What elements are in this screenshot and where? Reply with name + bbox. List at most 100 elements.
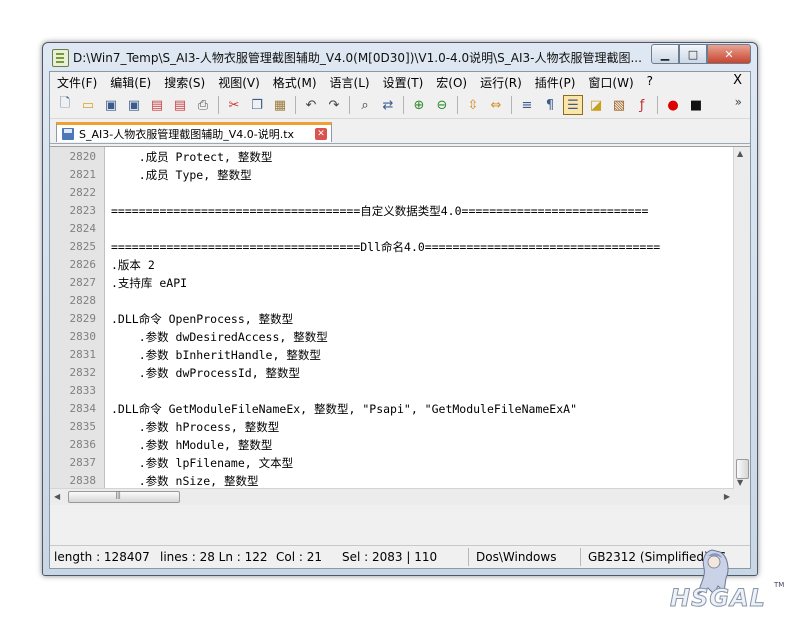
sync-vertical-icon[interactable]: ⇳ — [464, 96, 482, 114]
horizontal-scrollbar[interactable]: ◀ ▶ — [50, 488, 734, 505]
menu-edit[interactable]: 编辑(E) — [103, 72, 157, 92]
code-line[interactable]: 2824 — [50, 220, 734, 238]
tab-close-icon[interactable]: ✕ — [315, 127, 327, 140]
undo-icon[interactable]: ↶ — [302, 96, 320, 114]
notepad-app-icon — [52, 49, 69, 67]
code-line[interactable]: 2820 .成员 Protect, 整数型 — [50, 148, 734, 166]
maximize-button[interactable]: □ — [679, 44, 707, 64]
text-area[interactable]: 2820 .成员 Protect, 整数型 2821 .成员 Type, 整数型 2… — [50, 147, 734, 489]
status-lines: lines : 28 Ln : 122 — [160, 550, 268, 564]
menu-view[interactable]: 视图(V) — [211, 72, 266, 92]
code-line[interactable]: 2834 .DLL命令 GetModuleFileNameEx, 整数型, "Ps… — [50, 400, 734, 418]
title-bar[interactable]: D:\Win7_Temp\S_AI3-人物衣服管理截图辅助_V4.0(M[0D3… — [43, 43, 757, 71]
code-line[interactable]: 2838 .参数 nSize, 整数型 — [50, 472, 734, 489]
line-text: ====================================自定义数… — [111, 204, 649, 218]
close-document-button[interactable]: X — [733, 73, 742, 88]
code-line[interactable]: 2823 ====================================… — [50, 202, 734, 220]
stop-record-icon[interactable]: ■ — [687, 96, 705, 114]
code-line[interactable]: 2831 .参数 bInheritHandle, 整数型 — [50, 346, 734, 364]
toolbar-separator — [403, 96, 404, 114]
scroll-left-icon[interactable]: ◀ — [54, 492, 60, 501]
code-line[interactable]: 2837 .参数 lpFilename, 文本型 — [50, 454, 734, 472]
menu-macro[interactable]: 宏(O) — [429, 72, 473, 92]
vertical-scroll-thumb[interactable] — [736, 459, 749, 479]
code-line[interactable]: 2832 .参数 dwProcessId, 整数型 — [50, 364, 734, 382]
new-file-icon[interactable]: 🗋 — [56, 96, 74, 114]
menu-settings[interactable]: 设置(T) — [376, 72, 430, 92]
scroll-down-icon[interactable]: ▼ — [737, 478, 743, 487]
line-text: ====================================Dll命… — [111, 240, 661, 254]
record-macro-icon[interactable]: ● — [664, 96, 682, 114]
close-file-icon[interactable]: ▤ — [148, 96, 166, 114]
window-controls: ▁ □ ✕ — [651, 44, 751, 64]
save-all-icon[interactable]: ▣ — [125, 96, 143, 114]
close-all-icon[interactable]: ▤ — [171, 96, 189, 114]
window-title: D:\Win7_Temp\S_AI3-人物衣服管理截图辅助_V4.0(M[0D3… — [73, 51, 642, 65]
paste-icon[interactable]: ▦ — [271, 96, 289, 114]
line-text: .参数 dwProcessId, 整数型 — [111, 366, 301, 380]
user-language-icon[interactable]: ◪ — [587, 96, 605, 114]
line-number: 2831 — [69, 348, 97, 361]
menu-run[interactable]: 运行(R) — [473, 72, 528, 92]
code-line[interactable]: 2825 ====================================… — [50, 238, 734, 256]
scroll-up-icon[interactable]: ▲ — [737, 149, 743, 158]
code-line[interactable]: 2821 .成员 Type, 整数型 — [50, 166, 734, 184]
line-text: .DLL命令 GetModuleFileNameEx, 整数型, "Psapi"… — [111, 402, 577, 416]
open-file-icon[interactable]: ▭ — [79, 96, 97, 114]
editor-pane[interactable]: 2820 .成员 Protect, 整数型 2821 .成员 Type, 整数型 2… — [50, 146, 750, 505]
word-wrap-icon[interactable]: ≡ — [518, 96, 536, 114]
line-number: 2826 — [69, 258, 97, 271]
menu-plugins[interactable]: 插件(P) — [528, 72, 582, 92]
zoom-in-icon[interactable]: ⊕ — [410, 96, 428, 114]
copy-icon[interactable]: ❐ — [248, 96, 266, 114]
menu-help[interactable]: ? — [640, 72, 659, 92]
line-number: 2834 — [69, 402, 97, 415]
doc-map-icon[interactable]: ▧ — [610, 96, 628, 114]
scroll-right-icon[interactable]: ▶ — [724, 492, 730, 501]
code-line[interactable]: 2833 — [50, 382, 734, 400]
function-list-icon[interactable]: ƒ — [633, 96, 651, 114]
status-separator — [580, 548, 581, 566]
code-line[interactable]: 2828 — [50, 292, 734, 310]
status-bar: length : 128407 lines : 28 Ln : 122 Col … — [50, 545, 750, 568]
replace-icon[interactable]: ⇄ — [379, 96, 397, 114]
print-icon[interactable]: ⎙ — [194, 96, 212, 114]
code-line[interactable]: 2830 .参数 dwDesiredAccess, 整数型 — [50, 328, 734, 346]
toolbar-overflow-icon[interactable]: » — [735, 95, 742, 109]
line-number: 2825 — [69, 240, 97, 253]
menu-format[interactable]: 格式(M) — [266, 72, 323, 92]
code-line[interactable]: 2829 .DLL命令 OpenProcess, 整数型 — [50, 310, 734, 328]
line-text: .版本 2 — [111, 258, 155, 272]
horizontal-scroll-thumb[interactable] — [68, 490, 180, 503]
show-all-chars-icon[interactable]: ¶ — [541, 96, 559, 114]
menu-file[interactable]: 文件(F) — [50, 72, 103, 92]
close-button[interactable]: ✕ — [707, 44, 751, 64]
line-text: .DLL命令 OpenProcess, 整数型 — [111, 312, 294, 326]
toolbar-separator — [349, 96, 350, 114]
code-line[interactable]: 2835 .参数 hProcess, 整数型 — [50, 418, 734, 436]
cut-icon[interactable]: ✂ — [225, 96, 243, 114]
save-icon[interactable]: ▣ — [102, 96, 120, 114]
zoom-out-icon[interactable]: ⊖ — [433, 96, 451, 114]
code-line[interactable]: 2827 .支持库 eAPI — [50, 274, 734, 292]
code-line[interactable]: 2836 .参数 hModule, 整数型 — [50, 436, 734, 454]
line-number: 2822 — [69, 186, 97, 199]
code-line[interactable]: 2822 — [50, 184, 734, 202]
menu-language[interactable]: 语言(L) — [323, 72, 376, 92]
menu-bar: 文件(F) 编辑(E) 搜索(S) 视图(V) 格式(M) 语言(L) 设置(T… — [50, 72, 750, 92]
status-separator — [468, 548, 469, 566]
vertical-scrollbar[interactable]: ▲ ▼ — [733, 147, 750, 489]
tab-document[interactable]: S_AI3-人物衣服管理截图辅助_V4.0-说明.tx ✕ — [56, 122, 332, 142]
indent-guide-icon[interactable]: ☰ — [563, 95, 583, 115]
menu-search[interactable]: 搜索(S) — [157, 72, 211, 92]
status-sel: Sel : 2083 | 110 — [342, 550, 438, 564]
line-number: 2833 — [69, 384, 97, 397]
menu-window[interactable]: 窗口(W) — [581, 72, 639, 92]
line-text: .支持库 eAPI — [111, 276, 188, 290]
toolbar-separator — [218, 96, 219, 114]
find-icon[interactable]: ⌕ — [356, 96, 374, 114]
code-line[interactable]: 2826 .版本 2 — [50, 256, 734, 274]
sync-horizontal-icon[interactable]: ⇔ — [487, 96, 505, 114]
redo-icon[interactable]: ↷ — [325, 96, 343, 114]
minimize-button[interactable]: ▁ — [651, 44, 679, 64]
